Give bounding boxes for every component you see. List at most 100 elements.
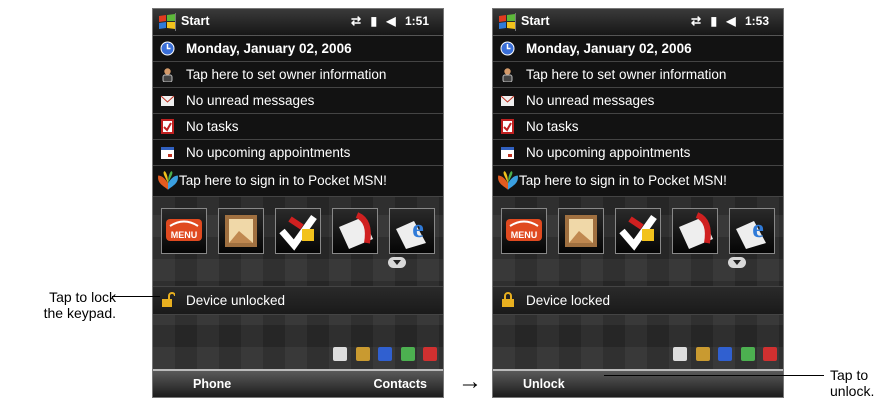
annotation-unlock-line2: unlock. xyxy=(830,383,875,399)
tiles-dropdown-button[interactable] xyxy=(728,257,746,268)
task-check-icon xyxy=(619,214,657,251)
internet-explorer-icon: e xyxy=(396,214,426,249)
soft-key-left[interactable]: Phone xyxy=(193,377,231,391)
tasks-row[interactable]: No tasks xyxy=(493,114,783,140)
svg-text:e: e xyxy=(752,214,764,243)
volume-icon[interactable]: ◀ xyxy=(386,14,395,28)
owner-info-text: Tap here to set owner information xyxy=(186,67,387,82)
mio-menu-icon: MENU xyxy=(506,219,542,241)
appointments-text: No upcoming appointments xyxy=(186,145,351,160)
messages-row[interactable]: No unread messages xyxy=(493,88,783,114)
tile-mio-menu[interactable]: MENU xyxy=(501,208,547,254)
tile-mio-menu[interactable]: MENU xyxy=(161,208,207,254)
windows-logo-icon[interactable] xyxy=(157,12,177,32)
owner-info-row[interactable]: Tap here to set owner information xyxy=(493,62,783,88)
pictures-icon xyxy=(225,215,257,247)
status-area: ⇄ ▮ ◀ 1:51 xyxy=(345,14,429,28)
title-separator xyxy=(175,13,176,31)
signal-icon[interactable]: ▮ xyxy=(370,14,377,28)
bluetooth-icon[interactable] xyxy=(718,347,733,361)
msn-text: Tap here to sign in to Pocket MSN! xyxy=(179,173,387,188)
soft-key-bar: Unlock xyxy=(493,369,783,397)
power-icon[interactable] xyxy=(400,347,415,361)
internet-explorer-icon: e xyxy=(736,214,766,249)
appointments-row[interactable]: No upcoming appointments xyxy=(493,140,783,166)
connectivity-icon[interactable]: ⇄ xyxy=(351,14,361,28)
svg-text:e: e xyxy=(412,214,424,243)
clock[interactable]: 1:51 xyxy=(405,14,429,28)
calendar-icon xyxy=(500,41,515,56)
tile-phone[interactable] xyxy=(332,208,378,254)
tile-internet-explorer[interactable]: e xyxy=(729,208,775,254)
device-screen-locked: Start ⇄ ▮ ◀ 1:53 Monday, January 02, 200… xyxy=(492,8,784,398)
notification-icon[interactable] xyxy=(763,347,777,361)
svg-text:MENU: MENU xyxy=(171,230,198,240)
appointments-icon xyxy=(161,147,174,159)
storage-icon[interactable] xyxy=(695,347,710,361)
soft-key-bar: Phone Contacts xyxy=(153,369,443,397)
tile-tasks[interactable] xyxy=(275,208,321,254)
lock-status-text: Device unlocked xyxy=(186,293,286,308)
tile-tasks[interactable] xyxy=(615,208,661,254)
device-screen-unlocked: Start ⇄ ▮ ◀ 1:51 Monday, January 02, 200… xyxy=(152,8,444,398)
messages-text: No unread messages xyxy=(526,93,655,108)
lock-icon[interactable] xyxy=(161,292,175,308)
lock-row[interactable]: Device locked xyxy=(493,286,783,315)
soft-key-right[interactable]: Contacts xyxy=(374,377,427,391)
wireless-icon[interactable] xyxy=(333,347,348,361)
start-menu-label[interactable]: Start xyxy=(521,14,549,28)
lock-status-text: Device locked xyxy=(526,293,611,308)
lock-row[interactable]: Device unlocked xyxy=(153,286,443,315)
msn-butterfly-icon xyxy=(498,171,518,190)
phone-icon xyxy=(679,212,713,249)
pictures-icon xyxy=(565,215,597,247)
appointments-row[interactable]: No upcoming appointments xyxy=(153,140,443,166)
tile-pictures[interactable] xyxy=(218,208,264,254)
connectivity-icon[interactable]: ⇄ xyxy=(691,14,701,28)
soft-key-left[interactable]: Unlock xyxy=(523,377,565,391)
volume-icon[interactable]: ◀ xyxy=(726,14,735,28)
phone-icon xyxy=(339,212,373,249)
tasks-icon xyxy=(161,119,174,134)
signal-icon[interactable]: ▮ xyxy=(710,14,717,28)
svg-text:MENU: MENU xyxy=(511,230,538,240)
storage-icon[interactable] xyxy=(355,347,370,361)
messages-icon xyxy=(160,95,175,106)
clock[interactable]: 1:53 xyxy=(745,14,769,28)
owner-icon xyxy=(502,68,513,82)
tasks-row[interactable]: No tasks xyxy=(153,114,443,140)
quick-launch-tiles: MENU e xyxy=(161,208,441,258)
wireless-icon[interactable] xyxy=(673,347,688,361)
messages-row[interactable]: No unread messages xyxy=(153,88,443,114)
date-row[interactable]: Monday, January 02, 2006 xyxy=(153,36,443,62)
tasks-icon xyxy=(501,119,514,134)
tile-phone[interactable] xyxy=(672,208,718,254)
msn-butterfly-icon xyxy=(158,171,178,190)
messages-icon xyxy=(500,95,515,106)
tile-pictures[interactable] xyxy=(558,208,604,254)
date-row[interactable]: Monday, January 02, 2006 xyxy=(493,36,783,62)
start-menu-label[interactable]: Start xyxy=(181,14,209,28)
title-bar: Start ⇄ ▮ ◀ 1:51 xyxy=(153,9,443,36)
date-text: Monday, January 02, 2006 xyxy=(186,41,352,56)
task-check-icon xyxy=(279,214,317,251)
tiles-dropdown-button[interactable] xyxy=(388,257,406,268)
windows-logo-icon[interactable] xyxy=(497,12,517,32)
system-tray xyxy=(329,347,437,363)
annotation-lock-line2: the keypad. xyxy=(43,305,116,321)
transition-arrow-icon: → xyxy=(458,368,482,395)
mio-menu-icon: MENU xyxy=(166,219,202,241)
notification-icon[interactable] xyxy=(423,347,437,361)
status-area: ⇄ ▮ ◀ 1:53 xyxy=(685,14,769,28)
annotation-unlock: Tap to unlock. xyxy=(830,367,874,399)
owner-info-text: Tap here to set owner information xyxy=(526,67,727,82)
power-icon[interactable] xyxy=(740,347,755,361)
msn-text: Tap here to sign in to Pocket MSN! xyxy=(519,173,727,188)
lock-icon[interactable] xyxy=(501,292,515,308)
msn-row[interactable]: Tap here to sign in to Pocket MSN! xyxy=(493,166,783,197)
annotation-lock: Tap to lock the keypad. xyxy=(12,289,116,321)
tile-internet-explorer[interactable]: e xyxy=(389,208,435,254)
owner-info-row[interactable]: Tap here to set owner information xyxy=(153,62,443,88)
msn-row[interactable]: Tap here to sign in to Pocket MSN! xyxy=(153,166,443,197)
bluetooth-icon[interactable] xyxy=(378,347,393,361)
